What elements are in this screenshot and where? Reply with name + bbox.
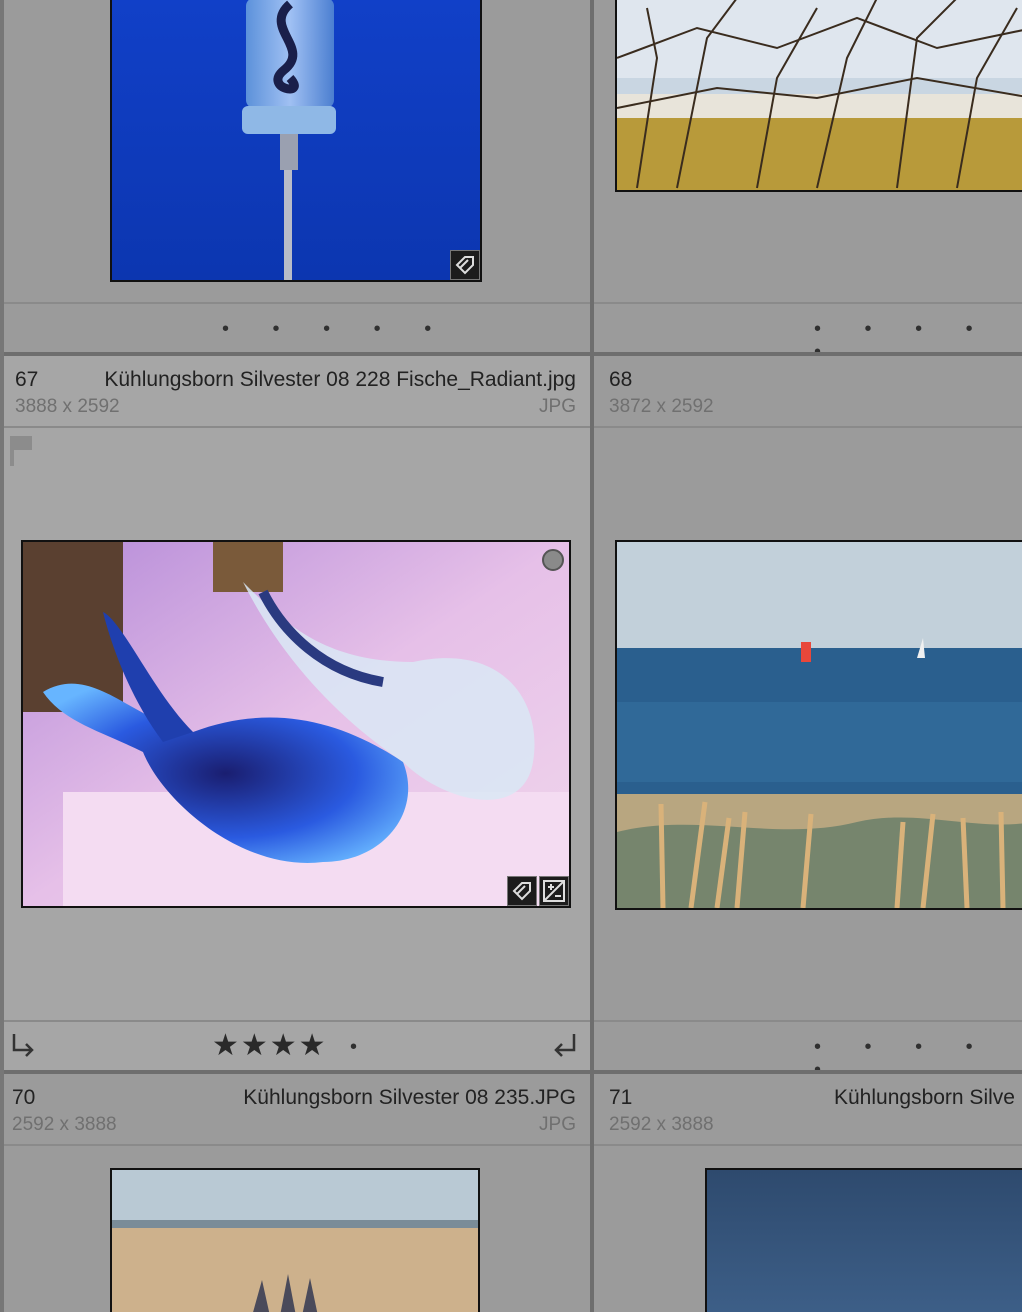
cell-index: 67: [15, 368, 39, 391]
thumbnail-trees-building[interactable]: [615, 0, 1022, 192]
cell-header: 68 3872 x 2592: [594, 356, 1022, 428]
glass-fish-photo: [23, 542, 569, 906]
rating-dots[interactable]: • • • • •: [814, 1036, 1022, 1070]
cell-index: 68: [609, 368, 633, 391]
thumbnail-footer: • • • • •: [594, 1020, 1022, 1070]
cell-filename: Kühlungsborn Silvester 08 228 Fische_Rad…: [104, 368, 576, 391]
flag-icon[interactable]: [8, 434, 34, 468]
sea-photo: [617, 542, 1022, 908]
star-rating[interactable]: ★★★★: [212, 1028, 328, 1063]
cell-dimensions: 3888 x 2592: [15, 396, 120, 417]
grid-cell-top-right[interactable]: • • • • •: [594, 0, 1022, 352]
blue-glass-photo: [112, 0, 480, 280]
cell-dimensions: 2592 x 3888: [12, 1114, 117, 1135]
thumbnail-sea-buoy[interactable]: [615, 540, 1022, 910]
cell-filetype: JPG: [539, 1114, 576, 1135]
cell-index: 71: [609, 1086, 633, 1109]
thumbnail-beach-shadows[interactable]: [110, 1168, 480, 1312]
cell-dimensions: 3872 x 2592: [609, 396, 714, 417]
thumbnail-footer: • • • • •: [0, 302, 590, 352]
cell-header: 71 Kühlungsborn Silve 2592 x 3888: [594, 1074, 1022, 1146]
column-separator: [590, 0, 594, 1312]
thumbnail-footer: • • • • •: [594, 302, 1022, 352]
sky-photo: [707, 1170, 1022, 1312]
trees-photo: [617, 0, 1022, 190]
grid-cell-68[interactable]: 68 3872 x 2592 • • • • •: [594, 356, 1022, 1070]
rating-dots[interactable]: • • • • •: [222, 318, 450, 341]
grid-cell-71[interactable]: 71 Kühlungsborn Silve 2592 x 3888: [594, 1074, 1022, 1312]
thumbnail-footer: ★★★★ •: [0, 1020, 590, 1070]
beach-photo: [112, 1170, 478, 1312]
thumbnail-blue-glass[interactable]: [110, 0, 482, 282]
develop-adjusted-badge-icon: [539, 876, 569, 906]
rating-dot[interactable]: •: [350, 1036, 357, 1059]
thumbnail-glass-fish[interactable]: [21, 540, 571, 908]
thumbnail-dark-sky[interactable]: [705, 1168, 1022, 1312]
rotate-right-icon[interactable]: [548, 1030, 580, 1062]
grid-cell-top-left[interactable]: • • • • •: [0, 0, 590, 352]
keyword-badge-icon: [507, 876, 537, 906]
left-edge: [0, 0, 4, 1312]
rating-dots[interactable]: • • • • •: [814, 318, 1022, 352]
cell-filename: Kühlungsborn Silvester 08 235.JPG: [243, 1086, 576, 1109]
grid-cell-67-selected[interactable]: 67 Kühlungsborn Silvester 08 228 Fische_…: [0, 356, 590, 1070]
cell-filetype: JPG: [539, 396, 576, 417]
cell-dimensions: 2592 x 3888: [609, 1114, 714, 1135]
grid-cell-70[interactable]: 70 Kühlungsborn Silvester 08 235.JPG 259…: [0, 1074, 590, 1312]
cell-header: 67 Kühlungsborn Silvester 08 228 Fische_…: [0, 356, 590, 428]
cell-index: 70: [12, 1086, 36, 1109]
cell-filename: Kühlungsborn Silve: [834, 1086, 1015, 1109]
cell-header: 70 Kühlungsborn Silvester 08 235.JPG 259…: [0, 1074, 590, 1146]
rotate-left-icon[interactable]: [8, 1030, 40, 1062]
keyword-badge-icon: [450, 250, 480, 280]
